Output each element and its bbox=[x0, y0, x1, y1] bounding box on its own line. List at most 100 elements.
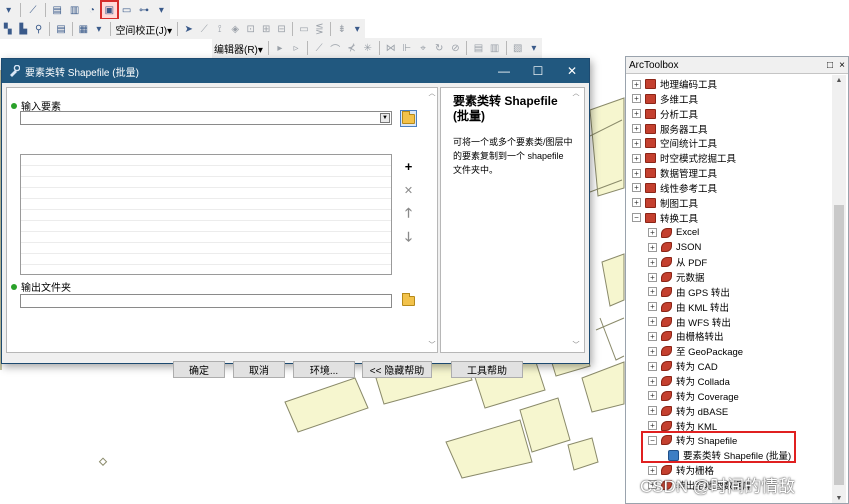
toolbox-item[interactable]: + 多维工具 bbox=[632, 92, 698, 106]
expand-icon[interactable]: + bbox=[648, 302, 657, 312]
list-row[interactable] bbox=[21, 177, 391, 188]
rotate-icon[interactable]: ↻ bbox=[432, 40, 446, 56]
combo-arrow-icon[interactable]: ▼ bbox=[380, 113, 390, 123]
catalog-icon[interactable]: ▥ bbox=[67, 2, 82, 18]
move-up-button[interactable]: 🡑 bbox=[400, 205, 417, 223]
list-row[interactable] bbox=[21, 188, 391, 199]
straight-segment-icon[interactable]: ⟋ bbox=[312, 40, 326, 56]
toolset-item[interactable]: + 由 GPS 转出 bbox=[648, 285, 730, 299]
search-icon[interactable]: ◔ bbox=[84, 2, 99, 18]
list-row[interactable] bbox=[21, 166, 391, 177]
toolbox-item[interactable]: + 地理编码工具 bbox=[632, 77, 717, 91]
new-displacement-link-icon[interactable]: ⟋ bbox=[197, 21, 210, 37]
toolbar-options-icon[interactable]: ▾ bbox=[92, 21, 105, 37]
scroll-down-icon[interactable]: ﹀ bbox=[570, 340, 582, 352]
edit-tool-icon[interactable]: ➤ bbox=[182, 21, 195, 37]
expand-icon[interactable]: + bbox=[632, 94, 641, 104]
expand-icon[interactable]: + bbox=[632, 138, 641, 148]
expand-icon[interactable]: + bbox=[632, 198, 641, 208]
toolbox-item[interactable]: + 数据管理工具 bbox=[632, 166, 717, 180]
multi-displacement-icon[interactable]: ⟟ bbox=[213, 21, 226, 37]
point-icon[interactable]: ✳ bbox=[361, 40, 375, 56]
toolbox-item[interactable]: − 转换工具 bbox=[632, 211, 698, 225]
cancel-button[interactable]: 取消 bbox=[233, 361, 285, 378]
toolbox-item[interactable]: + 制图工具 bbox=[632, 196, 698, 210]
collapse-icon[interactable]: − bbox=[632, 213, 641, 223]
pin-icon[interactable]: □ bbox=[824, 60, 836, 71]
environments-button[interactable]: 环境... bbox=[293, 361, 355, 378]
list-row[interactable] bbox=[21, 221, 391, 232]
browse-input-button[interactable] bbox=[400, 110, 417, 127]
scroll-down-icon[interactable]: ﹀ bbox=[426, 340, 438, 352]
split-icon[interactable]: ⋈ bbox=[384, 40, 398, 56]
tool-help-button[interactable]: 工具帮助 bbox=[451, 361, 523, 378]
sketch-properties-icon[interactable]: ▤ bbox=[471, 40, 485, 56]
expand-icon[interactable]: + bbox=[632, 124, 641, 134]
expand-icon[interactable]: + bbox=[648, 272, 657, 282]
arctoolbox-icon[interactable]: ▣ bbox=[99, 0, 120, 20]
toolset-item[interactable]: + JSON bbox=[648, 240, 701, 254]
arc-segment-icon[interactable]: ⌒ bbox=[328, 40, 342, 56]
toolset-item[interactable]: + 转为 dBASE bbox=[648, 404, 728, 418]
toolbox-item[interactable]: + 服务器工具 bbox=[632, 122, 708, 136]
expand-icon[interactable]: + bbox=[648, 242, 657, 252]
expand-icon[interactable]: + bbox=[632, 153, 641, 163]
maximize-button[interactable]: ☐ bbox=[521, 59, 555, 83]
help-scrollbar[interactable]: ︿ ﹀ bbox=[570, 88, 582, 352]
expand-icon[interactable]: + bbox=[648, 376, 657, 386]
toolbox-scrollbar[interactable]: ▲ ▼ bbox=[832, 75, 846, 503]
expand-icon[interactable]: + bbox=[648, 391, 657, 401]
model-builder-icon[interactable]: ⊶ bbox=[136, 2, 151, 18]
ok-button[interactable]: 确定 bbox=[173, 361, 225, 378]
table-icon[interactable]: ▤ bbox=[50, 2, 65, 18]
toolbar-options-icon[interactable]: ▾ bbox=[154, 2, 169, 18]
input-features-list[interactable] bbox=[20, 154, 392, 275]
identity-link-icon[interactable]: ◈ bbox=[228, 21, 241, 37]
area-icon[interactable]: ⊡ bbox=[244, 21, 257, 37]
expand-icon[interactable]: + bbox=[632, 183, 641, 193]
expand-icon[interactable]: + bbox=[648, 346, 657, 356]
toolset-item[interactable]: + 至 GeoPackage bbox=[648, 344, 743, 358]
list-row[interactable] bbox=[21, 199, 391, 210]
dialog-title-bar[interactable]: 要素类转 Shapefile (批量) — ☐ ✕ bbox=[2, 59, 589, 83]
toolbox-item[interactable]: + 线性参考工具 bbox=[632, 181, 717, 195]
spatial-adjust-menu[interactable]: 空间校正(J)▾ bbox=[113, 22, 174, 37]
close-button[interactable]: ✕ bbox=[555, 59, 589, 83]
input-features-combo[interactable]: ▼ bbox=[20, 111, 392, 125]
toolset-item[interactable]: + 由栅格转出 bbox=[648, 329, 724, 343]
close-icon[interactable]: × bbox=[836, 60, 848, 71]
list-row[interactable] bbox=[21, 254, 391, 265]
toolbar-options-icon[interactable]: ▾ bbox=[351, 21, 364, 37]
expand-icon[interactable]: + bbox=[648, 287, 657, 297]
preview-icon[interactable]: ▭ bbox=[297, 21, 310, 37]
expand-icon[interactable]: + bbox=[648, 406, 657, 416]
attributes-icon[interactable]: ⊘ bbox=[448, 40, 462, 56]
toolbar-options-icon[interactable]: ▾ bbox=[527, 40, 541, 56]
toolset-item[interactable]: + 转为 Collada bbox=[648, 374, 730, 388]
hide-help-button[interactable]: << 隐藏帮助 bbox=[362, 361, 432, 378]
expand-icon[interactable]: + bbox=[648, 317, 657, 327]
layout-icon[interactable]: ▤ bbox=[54, 21, 67, 37]
create-features-icon[interactable]: ▥ bbox=[488, 40, 502, 56]
editor-menu[interactable]: 编辑器(R)▾ bbox=[212, 41, 265, 56]
scroll-down-icon[interactable]: ▼ bbox=[832, 493, 846, 503]
toolset-item[interactable]: + 元数据 bbox=[648, 270, 705, 284]
grid-icon[interactable]: ⊟ bbox=[275, 21, 288, 37]
cut-polygon-icon[interactable]: ⊩ bbox=[400, 40, 414, 56]
toolset-item[interactable]: + 从 PDF bbox=[648, 255, 707, 269]
chart-icon[interactable]: ⟋ bbox=[25, 2, 40, 18]
toolbox-item[interactable]: + 时空模式挖掘工具 bbox=[632, 151, 736, 165]
edit-vertices-icon[interactable]: ▹ bbox=[289, 40, 303, 56]
toolset-item[interactable]: + 转为 CAD bbox=[648, 359, 718, 373]
expand-icon[interactable]: + bbox=[648, 361, 657, 371]
expand-icon[interactable]: + bbox=[648, 257, 657, 267]
toolset-item[interactable]: + 由 WFS 转出 bbox=[648, 315, 731, 329]
remove-row-button[interactable]: ✕ bbox=[400, 182, 417, 199]
toolbox-item[interactable]: + 空间统计工具 bbox=[632, 136, 717, 150]
full-extent-icon[interactable]: ▦ bbox=[77, 21, 90, 37]
expand-icon[interactable]: + bbox=[632, 79, 641, 89]
list-row[interactable] bbox=[21, 232, 391, 243]
list-row[interactable] bbox=[21, 243, 391, 254]
toolbox-item[interactable]: + 分析工具 bbox=[632, 107, 698, 121]
expand-icon[interactable]: + bbox=[632, 109, 641, 119]
